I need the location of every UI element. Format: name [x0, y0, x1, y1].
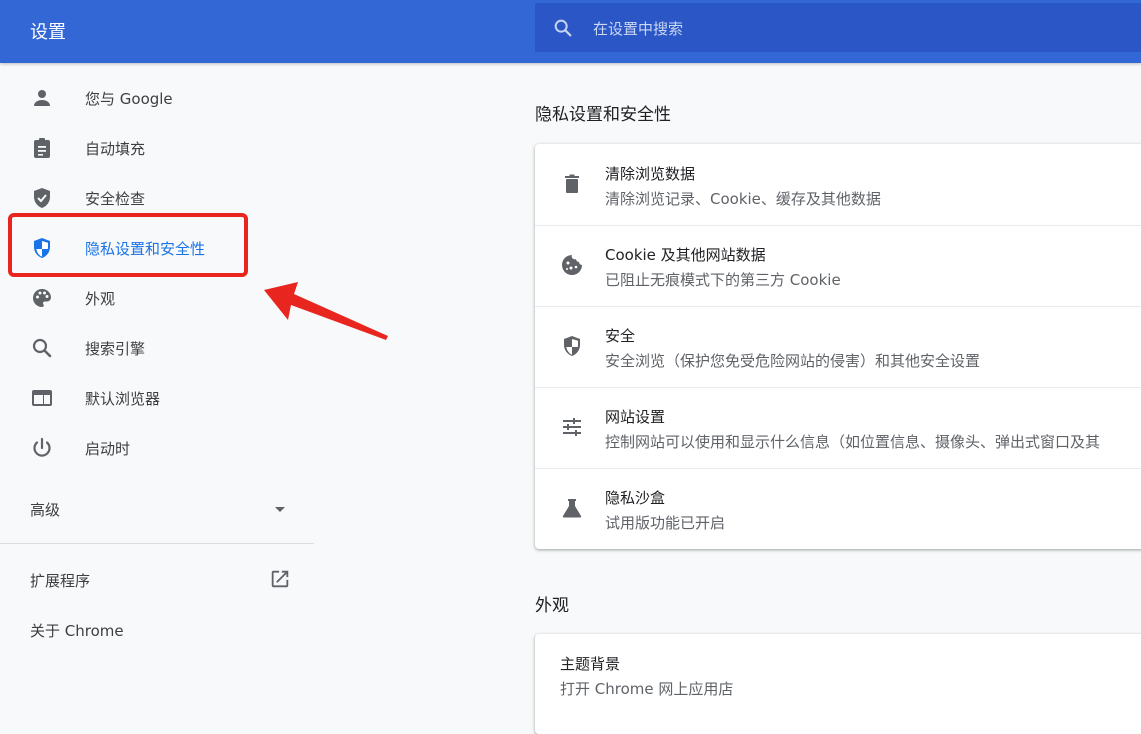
section-title-privacy: 隐私设置和安全性 — [535, 105, 671, 125]
row-title: 主题背景 — [560, 655, 621, 673]
sidebar-item-label: 外观 — [85, 290, 116, 308]
caret-down-icon — [275, 507, 285, 512]
appearance-card: 主题背景 打开 Chrome 网上应用店 — [535, 634, 1141, 734]
sidebar-item-label: 您与 Google — [85, 90, 173, 108]
trash-icon — [565, 174, 579, 193]
sidebar-item-extensions[interactable]: 扩展程序 — [0, 556, 314, 602]
row-subtitle: 清除浏览记录、Cookie、缓存及其他数据 — [605, 190, 881, 208]
search-icon — [554, 19, 572, 37]
annotation-highlight-box — [8, 213, 248, 277]
clipboard-icon — [34, 138, 50, 158]
search-box[interactable] — [535, 3, 1141, 54]
row-title: 网站设置 — [605, 408, 666, 426]
power-icon — [33, 437, 51, 457]
row-subtitle: 已阻止无痕模式下的第三方 Cookie — [605, 271, 841, 289]
row-title: 隐私沙盒 — [605, 489, 666, 507]
row-title: 清除浏览数据 — [605, 165, 696, 183]
section-title-appearance: 外观 — [535, 596, 569, 616]
row-divider — [535, 468, 1141, 469]
sidebar-divider — [0, 543, 314, 544]
tune-icon — [563, 418, 581, 436]
browser-window-icon — [32, 390, 52, 406]
privacy-row-cookies[interactable]: Cookie 及其他网站数据 已阻止无痕模式下的第三方 Cookie — [535, 225, 1141, 306]
extensions-label: 扩展程序 — [30, 572, 91, 590]
header-bar: 设置 — [0, 0, 1141, 63]
about-label: 关于 Chrome — [30, 622, 124, 640]
appearance-row-theme[interactable]: 主题背景 打开 Chrome 网上应用店 — [535, 634, 1141, 715]
sidebar-item-label: 搜索引擎 — [85, 340, 146, 358]
sidebar-item-autofill[interactable]: 自动填充 — [0, 123, 314, 173]
row-divider — [535, 387, 1141, 388]
search-input[interactable] — [591, 3, 1115, 54]
privacy-row-privacy-sandbox[interactable]: 隐私沙盒 试用版功能已开启 — [535, 468, 1141, 549]
row-divider — [535, 225, 1141, 226]
person-icon — [34, 90, 50, 106]
search-icon — [32, 338, 52, 358]
cookie-icon — [562, 255, 582, 275]
sidebar-item-label: 安全检查 — [85, 190, 146, 208]
privacy-row-clear-browsing-data[interactable]: 清除浏览数据 清除浏览记录、Cookie、缓存及其他数据 — [535, 144, 1141, 225]
shield-icon — [564, 336, 580, 356]
shield-check-icon — [34, 188, 50, 208]
sidebar-item-label: 启动时 — [85, 440, 131, 458]
flask-icon — [562, 499, 582, 518]
row-title: 安全 — [605, 327, 636, 345]
page-title: 设置 — [30, 22, 66, 43]
sidebar-item-default-browser[interactable]: 默认浏览器 — [0, 373, 314, 423]
sidebar-advanced-toggle[interactable]: 高级 — [0, 485, 314, 531]
row-title: Cookie 及其他网站数据 — [605, 246, 766, 264]
row-subtitle: 安全浏览（保护您免受危险网站的侵害）和其他安全设置 — [605, 352, 981, 370]
open-in-new-icon — [271, 570, 289, 588]
sidebar-item-label: 自动填充 — [85, 140, 146, 158]
privacy-card: 清除浏览数据 清除浏览记录、Cookie、缓存及其他数据 Cookie 及其他网… — [535, 144, 1141, 549]
row-divider — [535, 306, 1141, 307]
row-subtitle: 控制网站可以使用和显示什么信息（如位置信息、摄像头、弹出式窗口及其 — [605, 433, 1101, 451]
row-subtitle: 打开 Chrome 网上应用店 — [560, 680, 734, 698]
privacy-row-site-settings[interactable]: 网站设置 控制网站可以使用和显示什么信息（如位置信息、摄像头、弹出式窗口及其 — [535, 387, 1141, 468]
sidebar-item-about-chrome[interactable]: 关于 Chrome — [0, 606, 314, 652]
sidebar-item-on-startup[interactable]: 启动时 — [0, 423, 314, 473]
sidebar-item-you-and-google[interactable]: 您与 Google — [0, 73, 314, 123]
palette-icon — [33, 289, 51, 307]
sidebar-item-label: 默认浏览器 — [85, 390, 161, 408]
advanced-label: 高级 — [30, 501, 61, 519]
privacy-row-security[interactable]: 安全 安全浏览（保护您免受危险网站的侵害）和其他安全设置 — [535, 306, 1141, 387]
annotation-arrow-icon — [264, 282, 388, 340]
row-subtitle: 试用版功能已开启 — [605, 514, 726, 532]
